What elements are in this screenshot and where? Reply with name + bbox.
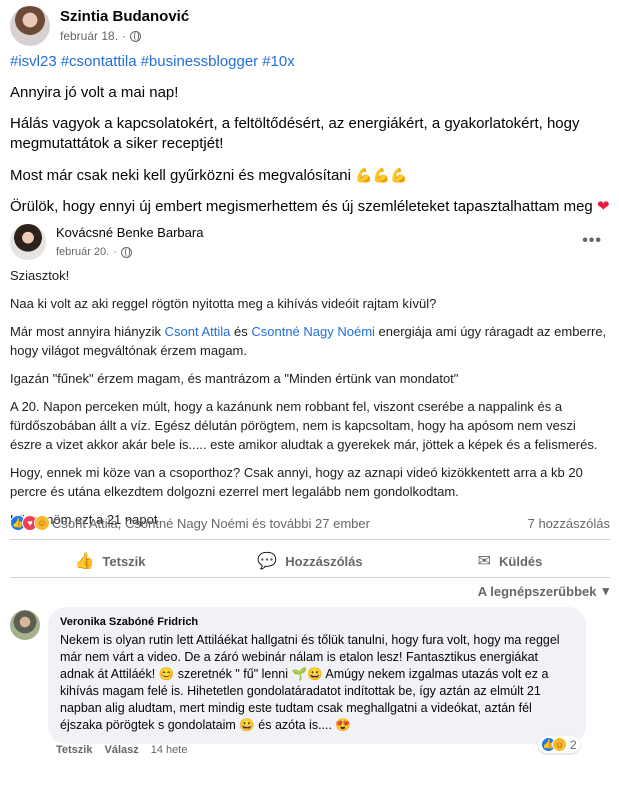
comment-reaction-count: 2 (570, 737, 577, 752)
reactions-summary: 👍 ♥ ☺ Csont Attila, Csontné Nagy Noémi é… (10, 513, 610, 533)
hashtag-link[interactable]: #isvl23 (10, 53, 57, 70)
reactors-text[interactable]: Csont Attila, Csontné Nagy Noémi és tová… (52, 516, 370, 531)
divider (10, 539, 610, 540)
shared-paragraph: Hogy, ennek mi köze van a csoporthoz? Cs… (10, 465, 583, 499)
post-paragraph: Most már csak neki kell gyűrközni és meg… (10, 165, 610, 186)
comment-actions: Tetszik Válasz 14 hete (56, 744, 187, 756)
reaction-icons[interactable]: 👍 ♥ ☺ (10, 515, 50, 531)
post-author-name[interactable]: Szintia Budanović (60, 8, 189, 26)
comment-like-button[interactable]: Tetszik (56, 744, 92, 756)
globe-icon (120, 246, 132, 258)
comment-button[interactable]: 💬 Hozzászólás (210, 545, 410, 577)
author-avatar[interactable] (10, 6, 50, 46)
shared-paragraph: Már most annyira hiányzik Csont Attila é… (10, 322, 610, 360)
send-button[interactable]: ✉ Küldés (410, 545, 610, 577)
post-paragraph-text: Örülök, hogy ennyi új embert megismerhet… (10, 198, 593, 215)
text-span: és (230, 324, 252, 339)
hashtag-link[interactable]: #10x (262, 53, 295, 70)
comment-text: Nekem is olyan rutin lett Attiláékat hal… (60, 633, 560, 732)
caret-down-icon: ▾ (602, 583, 609, 598)
care-reaction-icon: ☺ (34, 515, 50, 531)
shared-author-avatar[interactable] (10, 224, 46, 260)
mention-link[interactable]: Csontné Nagy Noémi (251, 324, 375, 339)
hashtag-link[interactable]: #csontattila (61, 53, 137, 70)
sort-label: A legnépszerűbbek (477, 583, 597, 599)
separator-dot: · (122, 29, 127, 43)
shared-paragraph: Naa ki volt az aki reggel rögtön nyitott… (10, 296, 437, 311)
post-paragraph: Annyira jó volt a mai nap! (10, 84, 179, 101)
post-header: Szintia Budanović február 18. · (10, 6, 189, 46)
shared-post-body: Sziasztok! Naa ki volt az aki reggel rög… (10, 266, 610, 538)
shared-post-date[interactable]: február 20. (56, 244, 109, 260)
post-paragraph: Hálás vagyok a kapcsolatokért, a feltölt… (10, 115, 580, 152)
like-label: Tetszik (102, 553, 146, 569)
shared-paragraph: Igazán "fűnek" érzem magam, és mantrázom… (10, 371, 459, 386)
text-span: Már most annyira hiányzik (10, 324, 165, 339)
muscle-emoji: 💪💪💪 (355, 167, 408, 183)
shared-author-name[interactable]: Kovácsné Benke Barbara (56, 224, 203, 242)
post-paragraph: Örülök, hogy ennyi új embert megismerhet… (10, 197, 610, 217)
post-paragraph-text: Most már csak neki kell gyűrközni és meg… (10, 167, 351, 184)
comment-reply-button[interactable]: Válasz (104, 744, 138, 756)
comment-time[interactable]: 14 hete (151, 744, 188, 756)
hashtags: #isvl23 #csontattila #businessblogger #10x (10, 52, 610, 72)
thumbs-up-icon: 👍 (74, 553, 95, 570)
comment-sort-dropdown[interactable]: A legnépszerűbbek ▾ (478, 583, 609, 599)
post-body: #isvl23 #csontattila #businessblogger #10x … (10, 52, 610, 228)
comment-bubble: Veronika Szabóné Fridrich Nekem is olyan… (48, 607, 586, 744)
divider (10, 577, 610, 578)
shared-paragraph: A 20. Napon perceken múlt, hogy a kazánu… (10, 399, 598, 452)
post-actions: 👍 Tetszik 💬 Hozzászólás ✉ Küldés (10, 545, 610, 577)
mention-link[interactable]: Csont Attila (165, 324, 231, 339)
more-options-icon[interactable]: ••• (582, 232, 602, 250)
separator-dot: · (113, 246, 117, 258)
comment-icon: 💬 (257, 553, 278, 570)
post-date[interactable]: február 18. (60, 28, 118, 44)
globe-icon (130, 30, 142, 42)
commenter-avatar[interactable] (10, 610, 40, 640)
like-button[interactable]: 👍 Tetszik (10, 545, 210, 577)
shared-post-header: Kovácsné Benke Barbara február 20. · ••• (10, 224, 610, 260)
care-reaction-icon: ☺ (552, 737, 567, 752)
send-label: Küldés (499, 553, 543, 569)
comments-count[interactable]: 7 hozzászólás (528, 516, 610, 531)
comment-label: Hozzászólás (285, 553, 363, 569)
hashtag-link[interactable]: #businessblogger (141, 53, 259, 70)
heart-emoji: ❤ (596, 198, 610, 215)
comment-reactions[interactable]: 👍 ☺ 2 (538, 736, 580, 753)
messenger-icon: ✉ (477, 553, 492, 570)
commenter-name[interactable]: Veronika Szabóné Fridrich (60, 615, 574, 630)
shared-paragraph: Sziasztok! (10, 268, 70, 283)
